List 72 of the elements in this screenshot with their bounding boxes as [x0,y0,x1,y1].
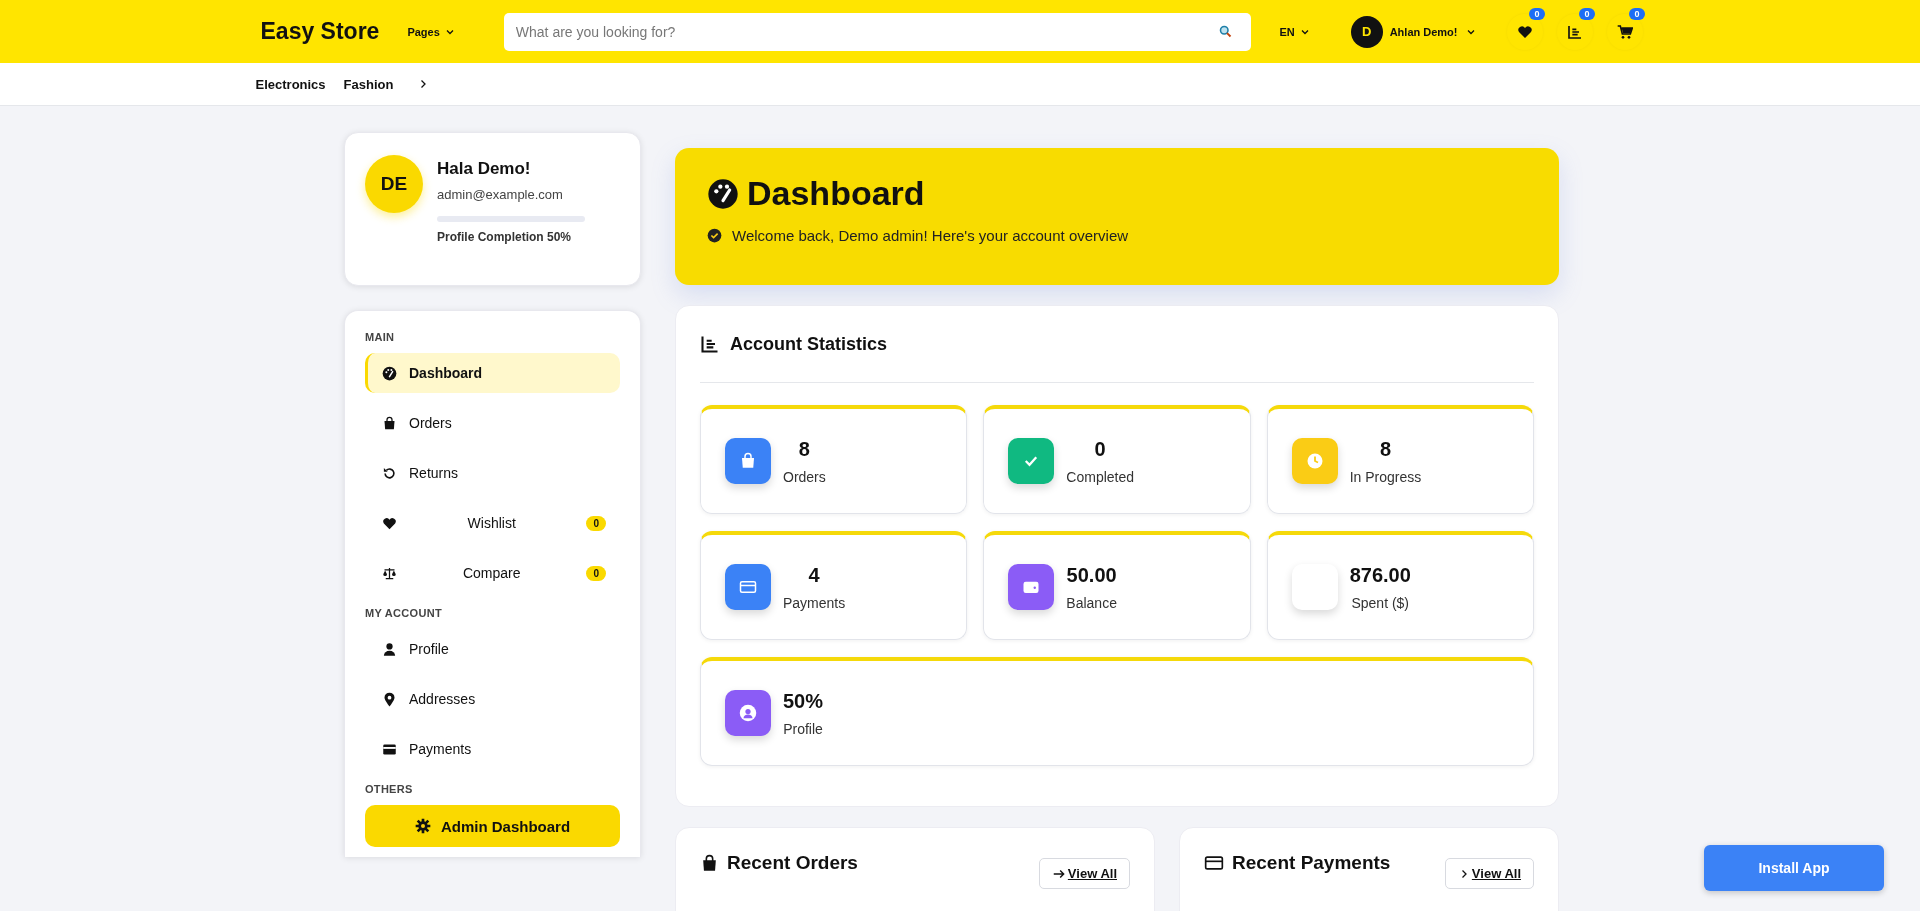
stat-value: 876.00 [1349,563,1411,587]
section-title: Account Statistics [730,333,888,355]
sidebar-item[interactable]: Orders [365,403,620,443]
sidebar-item[interactable]: Dashboard [365,353,620,393]
stat-value: 0 [1094,437,1106,461]
undo-icon [382,465,397,481]
view-all-link[interactable]: View All [1038,858,1130,889]
panel-title: Recent Orders [727,852,858,874]
bag-icon [739,452,757,470]
welcome-text: Welcome back, Demo admin! Here's your account overview [732,227,1129,244]
sidebar-item[interactable]: Wishlist 0 [365,503,620,543]
stat-label: Balance [1066,594,1117,611]
install-app-button[interactable]: Install App [1704,845,1884,891]
stat-label: Profile [783,720,823,737]
search-field[interactable]: What are you looking for? [503,12,1252,51]
location-pin-icon [382,691,397,707]
stat-label: In Progress [1349,468,1422,485]
chart-icon [1566,23,1583,40]
category-link[interactable]: Fashion [343,76,394,92]
sidebar-item[interactable]: Addresses [365,679,620,719]
profile-email: admin@example.com [437,187,564,202]
section-heading: MAIN [365,331,396,343]
card-icon [1204,853,1224,873]
stat-label: Orders [783,468,826,485]
stat-value: 50.00 [1066,563,1117,587]
stat-label: Spent ($) [1351,594,1410,611]
search-icon [1218,23,1234,39]
stat-label: Payments [783,594,846,611]
cart-icon [1616,23,1633,40]
stat-value: 50% [783,689,824,713]
user-circle-icon [739,704,757,722]
language-menu[interactable]: EN [1273,24,1317,39]
pages-menu[interactable]: Pages [403,21,460,42]
bag-icon [382,415,397,431]
store-logo[interactable]: Easy Store [260,18,380,45]
gauge-icon [382,365,397,381]
count-badge: 0 [1529,7,1545,20]
sidebar-item[interactable]: Profile [365,629,620,669]
count-badge: 0 [586,565,606,581]
gear-icon [414,818,431,834]
profile-avatar: DE [365,155,423,213]
section-heading: MY ACCOUNT [365,607,443,619]
heart-icon [1516,23,1533,40]
stat-value: 8 [1379,437,1391,461]
count-badge: 0 [586,515,606,531]
profile-greeting: Hala Demo! [437,159,532,179]
sidebar-item[interactable]: Payments [365,729,620,769]
count-badge: 0 [1629,7,1645,20]
heart-icon [382,515,397,531]
sidebar-item[interactable]: Compare 0 [365,553,620,593]
view-all-link[interactable]: View All [1444,858,1534,889]
sidebar-item[interactable]: Returns [365,453,620,493]
user-icon [382,641,397,657]
gauge-icon [707,177,739,210]
page-title: Dashboard [747,174,925,213]
admin-dashboard-button[interactable]: Admin Dashboard [365,805,620,847]
check-circle-icon [707,228,722,243]
user-avatar: D [1350,15,1383,48]
card-icon [739,578,757,596]
user-menu[interactable]: D Ahlan Demo! [1344,14,1483,49]
chart-icon [700,334,720,354]
scale-icon [382,565,397,581]
count-badge: 0 [1579,7,1595,20]
stat-value: 8 [798,437,810,461]
section-heading: OTHERS [365,783,414,795]
panel-title: Recent Payments [1232,852,1391,874]
category-link[interactable]: Electronics [255,76,326,92]
clock-icon [1305,452,1324,470]
stat-value: 4 [808,563,820,587]
stat-label: Completed [1066,468,1135,485]
bag-icon [700,853,719,873]
profile-completion-text: Profile Completion 50% [437,230,573,244]
